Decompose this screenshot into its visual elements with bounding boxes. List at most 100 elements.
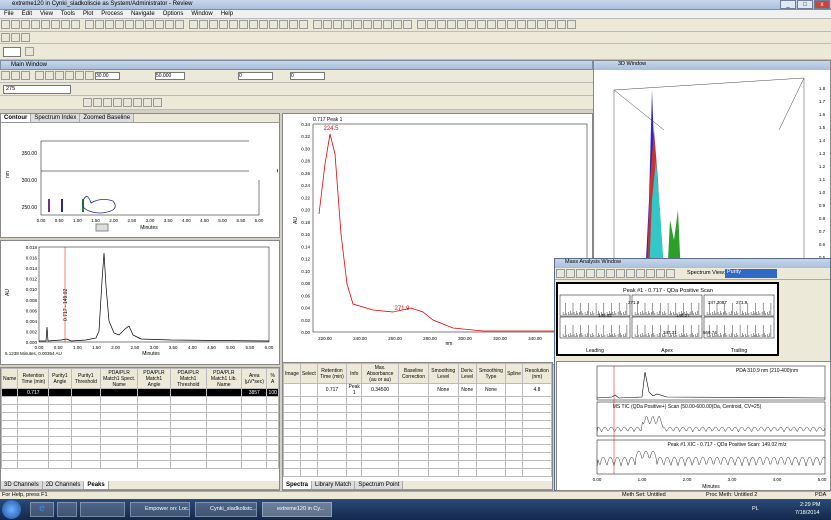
empty-cell[interactable] xyxy=(428,420,459,429)
toolbar-button-icon[interactable] xyxy=(259,20,268,29)
toolbar-button-icon[interactable] xyxy=(1,71,10,80)
empty-cell[interactable] xyxy=(316,436,348,445)
toolbar-button-icon[interactable] xyxy=(143,98,152,107)
toolbar-button-icon[interactable] xyxy=(427,20,436,29)
peak-cell[interactable]: 100 xyxy=(266,388,279,397)
toolbar-button-icon[interactable] xyxy=(31,20,40,29)
empty-cell[interactable] xyxy=(17,444,50,453)
toolbar-button-icon[interactable] xyxy=(279,20,288,29)
empty-cell[interactable] xyxy=(70,396,102,405)
peak-col-header[interactable]: Name xyxy=(1,368,19,389)
peak-col-header[interactable]: PDA/PLR Match1 Angle xyxy=(137,368,171,389)
toolbar-button-icon[interactable] xyxy=(103,98,112,107)
empty-cell[interactable] xyxy=(169,412,207,421)
toolbar-button-icon[interactable] xyxy=(209,20,218,29)
empty-cell[interactable] xyxy=(241,444,268,453)
spectra-col-header[interactable]: Deriv. Level xyxy=(457,363,477,384)
tab-spectrum-index[interactable]: Spectrum Index xyxy=(31,114,81,122)
tab-spectrum-point[interactable]: Spectrum Point xyxy=(355,481,404,489)
toolbar-button-icon[interactable] xyxy=(155,20,164,29)
empty-cell[interactable] xyxy=(475,420,507,429)
empty-cell[interactable] xyxy=(346,452,363,461)
tab-3d-channels[interactable]: 3D Channels xyxy=(1,481,43,489)
spectra-col-header[interactable]: Spline xyxy=(505,363,523,384)
toolbar-button-icon[interactable] xyxy=(51,20,60,29)
empty-cell[interactable] xyxy=(346,468,363,477)
spectra-cell[interactable]: None xyxy=(457,383,477,397)
empty-cell[interactable] xyxy=(522,452,552,461)
close-button[interactable]: x xyxy=(814,0,830,9)
empty-cell[interactable] xyxy=(1,412,19,421)
toolbar-button-icon[interactable] xyxy=(666,269,675,278)
empty-cell[interactable] xyxy=(299,468,318,477)
empty-cell[interactable] xyxy=(241,420,268,429)
empty-cell[interactable] xyxy=(283,468,301,477)
empty-cell[interactable] xyxy=(1,420,19,429)
empty-cell[interactable] xyxy=(361,420,399,429)
empty-cell[interactable] xyxy=(397,468,430,477)
empty-cell[interactable] xyxy=(137,436,171,445)
peak-cell[interactable] xyxy=(169,388,207,397)
scan-cell[interactable] xyxy=(631,294,703,317)
empty-cell[interactable] xyxy=(397,428,430,437)
empty-cell[interactable] xyxy=(428,404,459,413)
peak-cell[interactable]: 0.717 xyxy=(17,388,50,397)
menu-help[interactable]: Help xyxy=(217,10,237,18)
empty-cell[interactable] xyxy=(100,460,139,469)
maximize-button[interactable]: □ xyxy=(797,0,813,9)
spectra-col-header[interactable]: Info xyxy=(346,363,363,384)
empty-cell[interactable] xyxy=(316,428,348,437)
empty-cell[interactable] xyxy=(397,436,430,445)
empty-cell[interactable] xyxy=(137,428,171,437)
empty-cell[interactable] xyxy=(266,396,279,405)
toolbar-button-icon[interactable] xyxy=(11,20,20,29)
toolbar-button-icon[interactable] xyxy=(596,269,605,278)
empty-cell[interactable] xyxy=(361,436,399,445)
toolbar-button-icon[interactable] xyxy=(75,71,84,80)
toolbar-button-icon[interactable] xyxy=(457,20,466,29)
empty-cell[interactable] xyxy=(505,452,523,461)
spectra-cell[interactable]: None xyxy=(428,383,459,397)
empty-cell[interactable] xyxy=(241,404,268,413)
empty-cell[interactable] xyxy=(205,420,243,429)
spectra-col-header[interactable]: Resolution (nm) xyxy=(522,363,552,384)
empty-cell[interactable] xyxy=(100,404,139,413)
toolbar-button-icon[interactable] xyxy=(145,20,154,29)
toolbar-button-icon[interactable] xyxy=(626,269,635,278)
empty-cell[interactable] xyxy=(70,444,102,453)
empty-cell[interactable] xyxy=(457,428,477,437)
empty-cell[interactable] xyxy=(266,412,279,421)
toolbar-button-icon[interactable] xyxy=(135,20,144,29)
empty-cell[interactable] xyxy=(299,428,318,437)
toolbar-button-icon[interactable] xyxy=(199,20,208,29)
toolbar-button-icon[interactable] xyxy=(507,20,516,29)
empty-cell[interactable] xyxy=(316,444,348,453)
empty-cell[interactable] xyxy=(457,420,477,429)
empty-cell[interactable] xyxy=(428,460,459,469)
empty-cell[interactable] xyxy=(70,420,102,429)
empty-cell[interactable] xyxy=(137,452,171,461)
empty-cell[interactable] xyxy=(475,452,507,461)
empty-cell[interactable] xyxy=(428,412,459,421)
toolbar-button-icon[interactable] xyxy=(333,20,342,29)
toolbar-button-icon[interactable] xyxy=(313,20,322,29)
empty-cell[interactable] xyxy=(100,436,139,445)
table-row[interactable] xyxy=(283,460,552,469)
empty-cell[interactable] xyxy=(346,444,363,453)
empty-cell[interactable] xyxy=(457,460,477,469)
toolbar-button-icon[interactable] xyxy=(656,269,665,278)
toolbar-button-icon[interactable] xyxy=(93,98,102,107)
empty-cell[interactable] xyxy=(1,404,19,413)
peak-col-header[interactable]: PDA/PLR Match1 Threshold xyxy=(169,368,207,389)
empty-cell[interactable] xyxy=(299,412,318,421)
empty-cell[interactable] xyxy=(70,460,102,469)
toolbar-button-icon[interactable] xyxy=(153,98,162,107)
empty-cell[interactable] xyxy=(428,452,459,461)
toolbar-button-icon[interactable] xyxy=(467,20,476,29)
table-row[interactable] xyxy=(1,420,279,429)
tab-2d-channels[interactable]: 2D Channels xyxy=(42,481,85,489)
spectra-col-header[interactable]: Smoothing Type xyxy=(475,363,507,384)
table-row[interactable] xyxy=(1,404,279,413)
peak-cell[interactable] xyxy=(70,388,102,397)
task-extreme[interactable]: extreme120 in Cy... xyxy=(262,502,332,517)
